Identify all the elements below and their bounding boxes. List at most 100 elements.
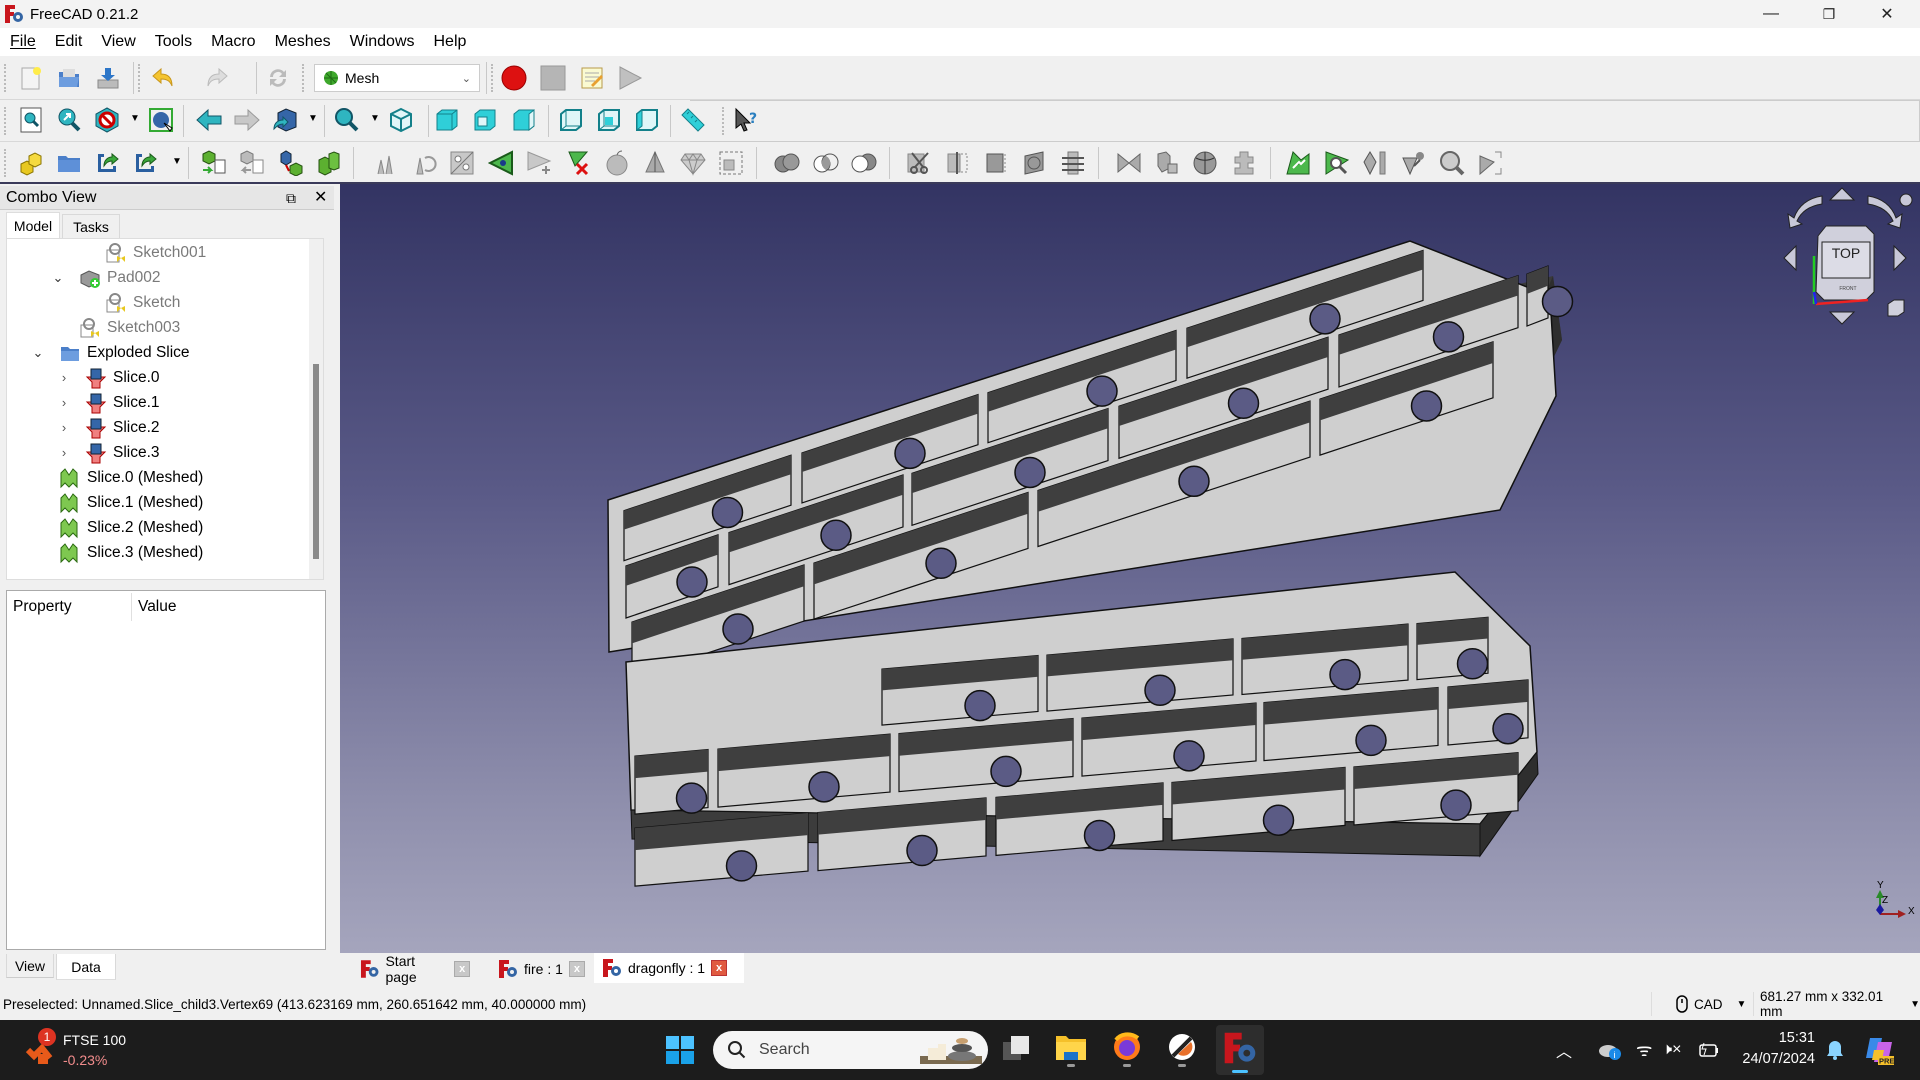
new-document-button[interactable] — [16, 63, 46, 93]
menu-meshes[interactable]: Meshes — [265, 33, 340, 51]
bounding-box-button[interactable] — [146, 105, 176, 135]
remesh-gmsh-button[interactable] — [314, 148, 344, 178]
toolbar-grip[interactable] — [722, 107, 726, 135]
intersection-button[interactable] — [811, 148, 841, 178]
fit-all-button[interactable] — [16, 105, 46, 135]
bounding-box-mesh-button[interactable] — [716, 148, 746, 178]
macro-edit-button[interactable] — [577, 63, 607, 93]
union-button[interactable] — [772, 148, 802, 178]
split-components-button[interactable] — [1475, 148, 1505, 178]
export-mesh-button[interactable] — [237, 148, 267, 178]
close-tab-icon[interactable]: x — [454, 961, 470, 977]
analyze-button[interactable] — [1322, 148, 1352, 178]
close-tab-icon[interactable]: x — [711, 960, 728, 976]
menu-windows[interactable]: Windows — [340, 33, 424, 51]
evaluate-solid-button[interactable] — [370, 148, 400, 178]
nav-view-menu-cube-icon[interactable] — [1887, 299, 1905, 317]
link-actions-button[interactable] — [130, 148, 160, 178]
mesh-from-shape-button[interactable] — [276, 148, 306, 178]
cross-section-button[interactable] — [1020, 148, 1050, 178]
curvature-info-button[interactable] — [1398, 148, 1428, 178]
workbench-selector[interactable]: Mesh ⌄ — [314, 64, 480, 92]
navigation-cube[interactable]: TOP FRONT — [1760, 184, 1920, 334]
expand-chevron-icon[interactable]: › — [57, 395, 71, 410]
expand-chevron-icon[interactable]: ⌄ — [51, 270, 65, 286]
search-box[interactable]: Search — [713, 1031, 988, 1069]
scrollbar-thumb[interactable] — [313, 364, 319, 559]
top-view-button[interactable] — [470, 105, 500, 135]
network-status[interactable]: ᯤ — [1636, 1020, 1652, 1080]
expand-chevron-icon[interactable]: › — [57, 370, 71, 385]
curvature-button[interactable] — [1190, 148, 1220, 178]
clock[interactable]: 15:31 24/07/2024 — [1735, 1028, 1815, 1070]
merge-button[interactable] — [1229, 148, 1259, 178]
tree-item-slice-2-meshed[interactable]: Slice.2 (Meshed) — [59, 515, 203, 540]
menu-help[interactable]: Help — [424, 33, 476, 51]
sync-view-dropdown-icon[interactable]: ▼ — [308, 113, 318, 124]
tab-model[interactable]: Model — [6, 212, 60, 238]
tree-item-sketch001[interactable]: Sketch001 — [105, 240, 206, 265]
stock-widget[interactable]: 1 FTSE 100 -0.23% — [18, 1028, 178, 1072]
value-column-header[interactable]: Value — [138, 598, 177, 616]
tree-item-slice-1-meshed[interactable]: Slice.1 (Meshed) — [59, 490, 203, 515]
measure-distance-button[interactable] — [678, 105, 708, 135]
tree-item-slice-2[interactable]: › Slice.2 — [59, 415, 160, 440]
battery-status[interactable] — [1698, 1020, 1720, 1080]
minimize-button[interactable]: — — [1742, 0, 1800, 28]
menu-tools[interactable]: Tools — [145, 33, 201, 51]
open-document-button[interactable] — [54, 63, 84, 93]
isometric-view-button[interactable] — [386, 105, 416, 135]
doc-tab-start-page[interactable]: Start page x — [352, 953, 478, 985]
evaluate-defects-button[interactable] — [1437, 148, 1467, 178]
nav-rotate-up-icon[interactable] — [1828, 187, 1856, 201]
left-view-button[interactable] — [632, 105, 662, 135]
nav-rotate-right-icon[interactable] — [1867, 195, 1903, 229]
evaluate-fix-button[interactable] — [1283, 148, 1313, 178]
cross-sections-button[interactable] — [1058, 148, 1088, 178]
close-panel-icon[interactable]: ✕ — [314, 186, 327, 210]
sync-view-button[interactable] — [270, 105, 300, 135]
tree-item-sketch[interactable]: Sketch — [105, 290, 180, 315]
tab-view[interactable]: View — [6, 954, 54, 978]
firefox-button[interactable] — [1110, 1032, 1144, 1068]
import-mesh-button[interactable] — [199, 148, 229, 178]
harmonize-normals-button[interactable] — [409, 148, 439, 178]
column-divider[interactable] — [131, 593, 132, 621]
bottom-view-button[interactable] — [594, 105, 624, 135]
menu-macro[interactable]: Macro — [201, 33, 264, 51]
show-hidden-icons-button[interactable]: ︿ — [1556, 1020, 1572, 1080]
nav-pan-right-icon[interactable] — [1893, 244, 1907, 272]
tree-scrollbar[interactable] — [309, 239, 323, 579]
tree-item-slice-0-meshed[interactable]: Slice.0 (Meshed) — [59, 465, 203, 490]
macro-execute-button[interactable] — [615, 63, 645, 93]
doc-tab-dragonfly[interactable]: dragonfly : 1 x — [594, 953, 744, 983]
model-render[interactable] — [340, 184, 1920, 953]
add-triangle-button[interactable] — [524, 148, 554, 178]
close-tab-icon[interactable]: x — [568, 961, 585, 977]
task-view-button[interactable] — [1000, 1033, 1034, 1067]
tree-item-sketch003[interactable]: Sketch003 — [79, 315, 180, 340]
segmentation-best-fit-button[interactable] — [1152, 148, 1182, 178]
segmentation-button[interactable] — [1114, 148, 1144, 178]
pinned-app-button[interactable] — [1165, 1032, 1199, 1068]
navigation-style-selector[interactable]: CAD ▼ — [1676, 988, 1746, 1020]
trim-mesh-button[interactable] — [943, 148, 973, 178]
onedrive-status[interactable]: i — [1598, 1020, 1622, 1080]
tree-item-slice-1[interactable]: › Slice.1 — [59, 390, 160, 415]
toolbar-grip[interactable] — [138, 64, 142, 92]
notifications-button[interactable] — [1826, 1020, 1844, 1080]
front-view-button[interactable] — [432, 105, 462, 135]
maximize-button[interactable]: ❐ — [1800, 0, 1858, 28]
trim-by-plane-button[interactable] — [981, 148, 1011, 178]
forward-button[interactable] — [232, 105, 262, 135]
nav-rotate-left-icon[interactable] — [1787, 195, 1823, 229]
smooth-button[interactable] — [602, 148, 632, 178]
dimension-selector[interactable]: 681.27 mm x 332.01 mm ▼ — [1760, 988, 1920, 1020]
save-document-button[interactable] — [93, 63, 123, 93]
refresh-button[interactable] — [263, 63, 293, 93]
copilot-button[interactable]: PRE — [1864, 1020, 1896, 1080]
link-actions-dropdown-icon[interactable]: ▼ — [172, 156, 182, 167]
freecad-taskbar-button[interactable] — [1216, 1025, 1264, 1075]
back-button[interactable] — [194, 105, 224, 135]
close-button[interactable]: ✕ — [1858, 0, 1916, 28]
